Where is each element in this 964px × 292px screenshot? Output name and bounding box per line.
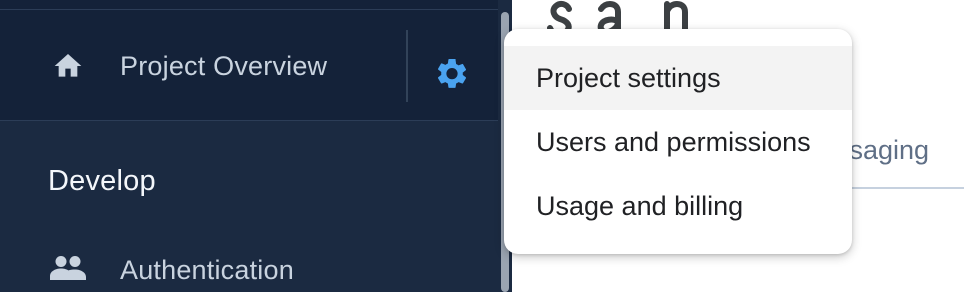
overview-divider <box>406 30 408 102</box>
menu-item-usage-billing[interactable]: Usage and billing <box>504 174 852 238</box>
menu-item-label: Users and permissions <box>536 127 811 157</box>
settings-button[interactable] <box>428 50 476 98</box>
tab-divider <box>836 187 964 189</box>
people-icon <box>50 256 86 280</box>
sidebar-item-label: Authentication <box>120 255 294 285</box>
menu-item-project-settings[interactable]: Project settings <box>504 46 852 110</box>
menu-item-label: Usage and billing <box>536 191 744 221</box>
sidebar-top-border <box>0 0 498 10</box>
app-window: Project Overview Develop Authentication <box>0 0 964 292</box>
menu-item-label: Project settings <box>536 63 721 93</box>
project-settings-menu: Project settings Users and permissions U… <box>504 29 852 254</box>
sidebar-item-authentication[interactable]: Authentication <box>0 240 498 292</box>
develop-section-title: Develop <box>48 165 156 197</box>
menu-item-users-permissions[interactable]: Users and permissions <box>504 110 852 174</box>
project-overview-link[interactable]: Project Overview <box>120 48 327 84</box>
gear-icon <box>437 58 467 88</box>
sidebar: Project Overview Develop Authentication <box>0 0 498 292</box>
home-icon <box>54 54 82 77</box>
project-overview-bar: Project Overview <box>0 10 498 121</box>
